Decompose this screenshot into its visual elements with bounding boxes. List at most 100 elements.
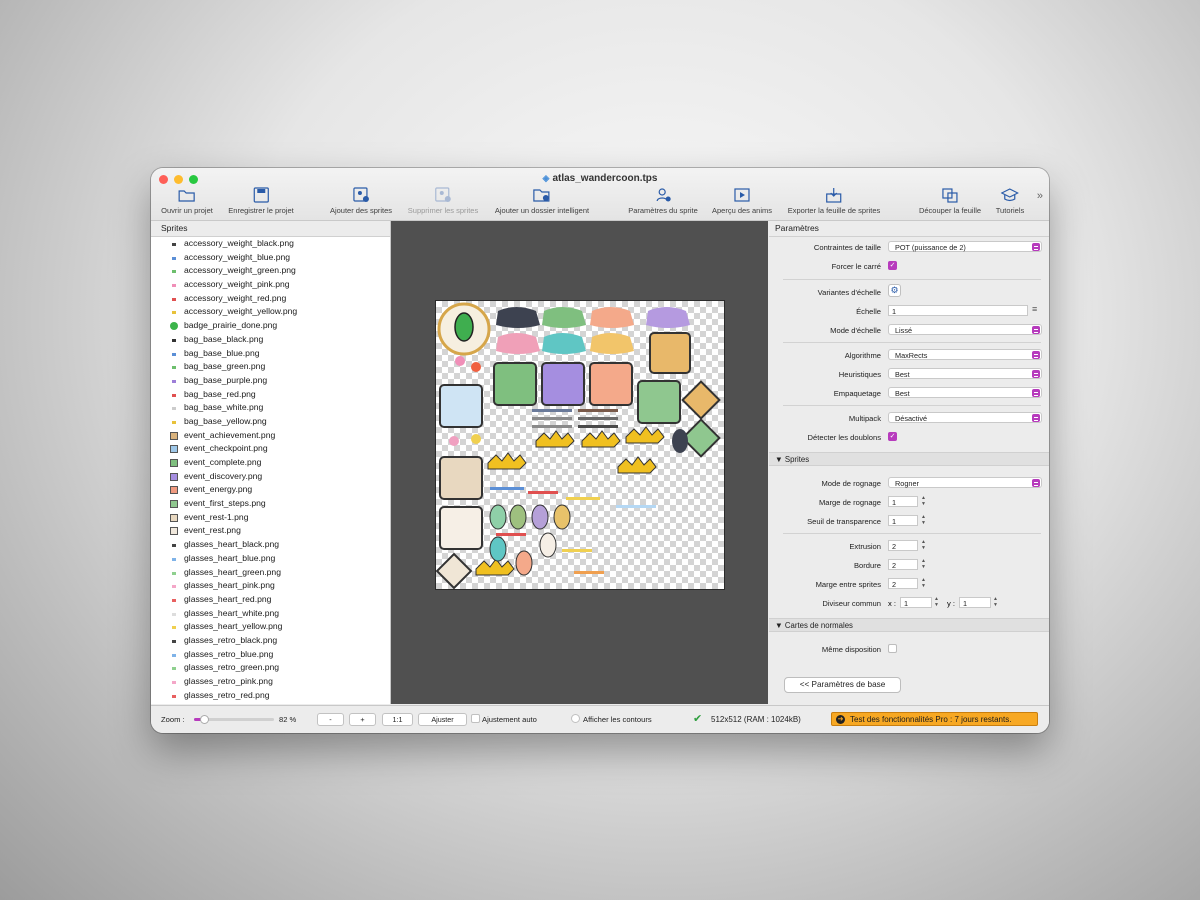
stepper-icon[interactable]: ▲ ▼ <box>920 577 927 590</box>
sprite-list-item[interactable]: bag_base_blue.png <box>151 347 390 361</box>
alpha-threshold-input[interactable]: 1 <box>888 515 918 526</box>
sprite-thumbnail-icon <box>172 311 176 315</box>
sprite-list-item[interactable]: glasses_retro_pink.png <box>151 675 390 689</box>
show-outlines-checkbox[interactable] <box>571 714 580 723</box>
same-layout-checkbox[interactable] <box>888 644 897 653</box>
heuristics-select[interactable]: Best <box>888 368 1042 379</box>
open-project-button[interactable]: Ouvrir un projet <box>161 187 213 215</box>
sprite-filename: event_achievement.png <box>184 429 276 440</box>
sprite-list-item[interactable]: glasses_heart_blue.png <box>151 552 390 566</box>
scale-mode-select[interactable]: Lissé <box>888 324 1042 335</box>
multipack-select[interactable]: Désactivé <box>888 412 1042 423</box>
sprite-list-item[interactable]: glasses_heart_red.png <box>151 593 390 607</box>
sprite-filename: glasses_heart_black.png <box>184 539 280 550</box>
split-sheet-button[interactable]: Découper la feuille <box>919 187 981 215</box>
sprites-section-header[interactable]: ▼ Sprites <box>769 452 1049 466</box>
sheet-preview-area[interactable] <box>391 221 768 704</box>
trim-mode-select[interactable]: Rogner <box>888 477 1042 488</box>
trim-mode-row: Mode de rognage Rogner <box>769 477 1049 491</box>
window-title: ◈ atlas_wandercoon.tps <box>542 173 658 184</box>
stepper-icon[interactable]: ▲ ▼ <box>920 495 927 508</box>
sprite-list-item[interactable]: accessory_weight_green.png <box>151 264 390 278</box>
size-constraints-select[interactable]: POT (puissance de 2) <box>888 241 1042 252</box>
sprite-list-item[interactable]: accessory_weight_red.png <box>151 292 390 306</box>
graduation-cap-icon <box>1000 188 1019 202</box>
zoom-in-button[interactable]: + <box>349 713 376 726</box>
sprite-list-item[interactable]: bag_base_green.png <box>151 360 390 374</box>
border-row: Bordure 2 ▲ ▼ <box>853 558 927 571</box>
algorithm-select[interactable]: MaxRects <box>888 349 1042 360</box>
sprite-list-item[interactable]: glasses_retro_red.png <box>151 689 390 703</box>
sprite-thumbnail-icon <box>172 667 176 671</box>
sprite-list-item[interactable]: event_complete.png <box>151 456 390 470</box>
save-project-button[interactable]: Enregistrer le projet <box>228 187 294 215</box>
sprite-list-item[interactable]: event_checkpoint.png <box>151 442 390 456</box>
sprite-list-item[interactable]: event_rest-1.png <box>151 511 390 525</box>
stepper-icon[interactable]: ▲ ▼ <box>933 596 940 609</box>
normal-maps-section-header[interactable]: ▼ Cartes de normales <box>769 618 1049 632</box>
sprite-filename: glasses_retro_black.png <box>184 634 278 645</box>
shape-padding-input[interactable]: 2 <box>888 578 918 589</box>
zoom-slider[interactable] <box>194 715 274 724</box>
trim-margin-input[interactable]: 1 <box>888 496 918 507</box>
sprite-thumbnail-icon <box>172 393 176 397</box>
export-sheet-button[interactable]: Exporter la feuille de sprites <box>788 187 880 215</box>
sprite-list-item[interactable]: event_discovery.png <box>151 470 390 484</box>
zoom-out-button[interactable]: - <box>317 713 344 726</box>
sprite-list-item[interactable]: bag_base_yellow.png <box>151 415 390 429</box>
tutorials-button[interactable]: Tutoriels <box>996 187 1024 215</box>
force-square-checkbox[interactable]: ✓ <box>888 261 897 270</box>
sprite-list-item[interactable]: event_achievement.png <box>151 429 390 443</box>
toolbar-overflow-chevron-icon[interactable]: » <box>1037 190 1043 202</box>
sprite-list-item[interactable]: glasses_heart_yellow.png <box>151 620 390 634</box>
add-smart-folder-button[interactable]: Ajouter un dossier intelligent <box>495 187 589 215</box>
sprite-thumbnail-icon <box>172 297 176 301</box>
sprite-list-item[interactable]: bag_base_red.png <box>151 388 390 402</box>
stepper-icon[interactable]: ▲ ▼ <box>920 558 927 571</box>
sprite-list-item[interactable]: badge_prairie_done.png <box>151 319 390 333</box>
remove-sprites-button[interactable]: Supprimer les sprites <box>408 187 478 215</box>
border-input[interactable]: 2 <box>888 559 918 570</box>
zoom-1-1-button[interactable]: 1:1 <box>382 713 413 726</box>
stepper-icon[interactable]: ▲ ▼ <box>992 596 999 609</box>
sprite-filename: event_first_steps.png <box>184 498 266 509</box>
stepper-icon[interactable]: ▲ ▼ <box>920 514 927 527</box>
sprite-list-item[interactable]: bag_base_white.png <box>151 401 390 415</box>
zoom-slider-knob[interactable] <box>199 715 209 724</box>
auto-fit-checkbox[interactable] <box>471 714 480 723</box>
sprite-list-item[interactable]: accessory_weight_yellow.png <box>151 305 390 319</box>
basic-settings-button[interactable]: << Paramètres de base <box>784 677 901 693</box>
sprite-sheet-preview[interactable] <box>435 300 725 590</box>
sprite-list-item[interactable]: event_first_steps.png <box>151 497 390 511</box>
sprite-list-item[interactable]: bag_base_purple.png <box>151 374 390 388</box>
scale-variants-gear-icon[interactable]: ⚙ <box>888 284 901 297</box>
sprite-list-item[interactable]: glasses_heart_green.png <box>151 566 390 580</box>
sprite-list-item[interactable]: glasses_heart_black.png <box>151 538 390 552</box>
sprite-list-item[interactable]: glasses_heart_pink.png <box>151 579 390 593</box>
sprite-list-item[interactable]: glasses_retro_green.png <box>151 661 390 675</box>
add-sprites-button[interactable]: Ajouter des sprites <box>330 187 392 215</box>
save-disk-icon <box>253 187 269 203</box>
sprite-list-item[interactable]: accessory_weight_blue.png <box>151 251 390 265</box>
pro-trial-banner[interactable]: ➜ Test des fonctionnalités Pro : 7 jours … <box>831 712 1038 726</box>
sprite-list-item[interactable]: event_energy.png <box>151 483 390 497</box>
sprite-list-item[interactable]: glasses_heart_white.png <box>151 607 390 621</box>
sprite-list-item[interactable]: glasses_retro_black.png <box>151 634 390 648</box>
sprite-filename: bag_base_white.png <box>184 402 264 413</box>
sprite-list-item[interactable]: event_rest.png <box>151 524 390 538</box>
sprite-list-item[interactable]: bag_base_black.png <box>151 333 390 347</box>
sprite-list-item[interactable]: accessory_weight_pink.png <box>151 278 390 292</box>
anim-preview-button[interactable]: Aperçu des anims <box>712 187 772 215</box>
extrude-input[interactable]: 2 <box>888 540 918 551</box>
sprite-list-item[interactable]: glasses_retro_blue.png <box>151 648 390 662</box>
fit-button[interactable]: Ajuster <box>418 713 467 726</box>
detect-duplicates-checkbox[interactable]: ✓ <box>888 432 897 441</box>
divisor-x-input[interactable]: 1 <box>900 597 932 608</box>
sprite-settings-button[interactable]: Paramètres du sprite <box>628 187 698 215</box>
list-menu-icon[interactable]: ≡ <box>1032 304 1037 314</box>
divisor-y-input[interactable]: 1 <box>959 597 991 608</box>
packing-select[interactable]: Best <box>888 387 1042 398</box>
sprite-list-item[interactable]: accessory_weight_black.png <box>151 237 390 251</box>
stepper-icon[interactable]: ▲ ▼ <box>920 539 927 552</box>
scale-input[interactable]: 1 <box>888 305 1028 316</box>
